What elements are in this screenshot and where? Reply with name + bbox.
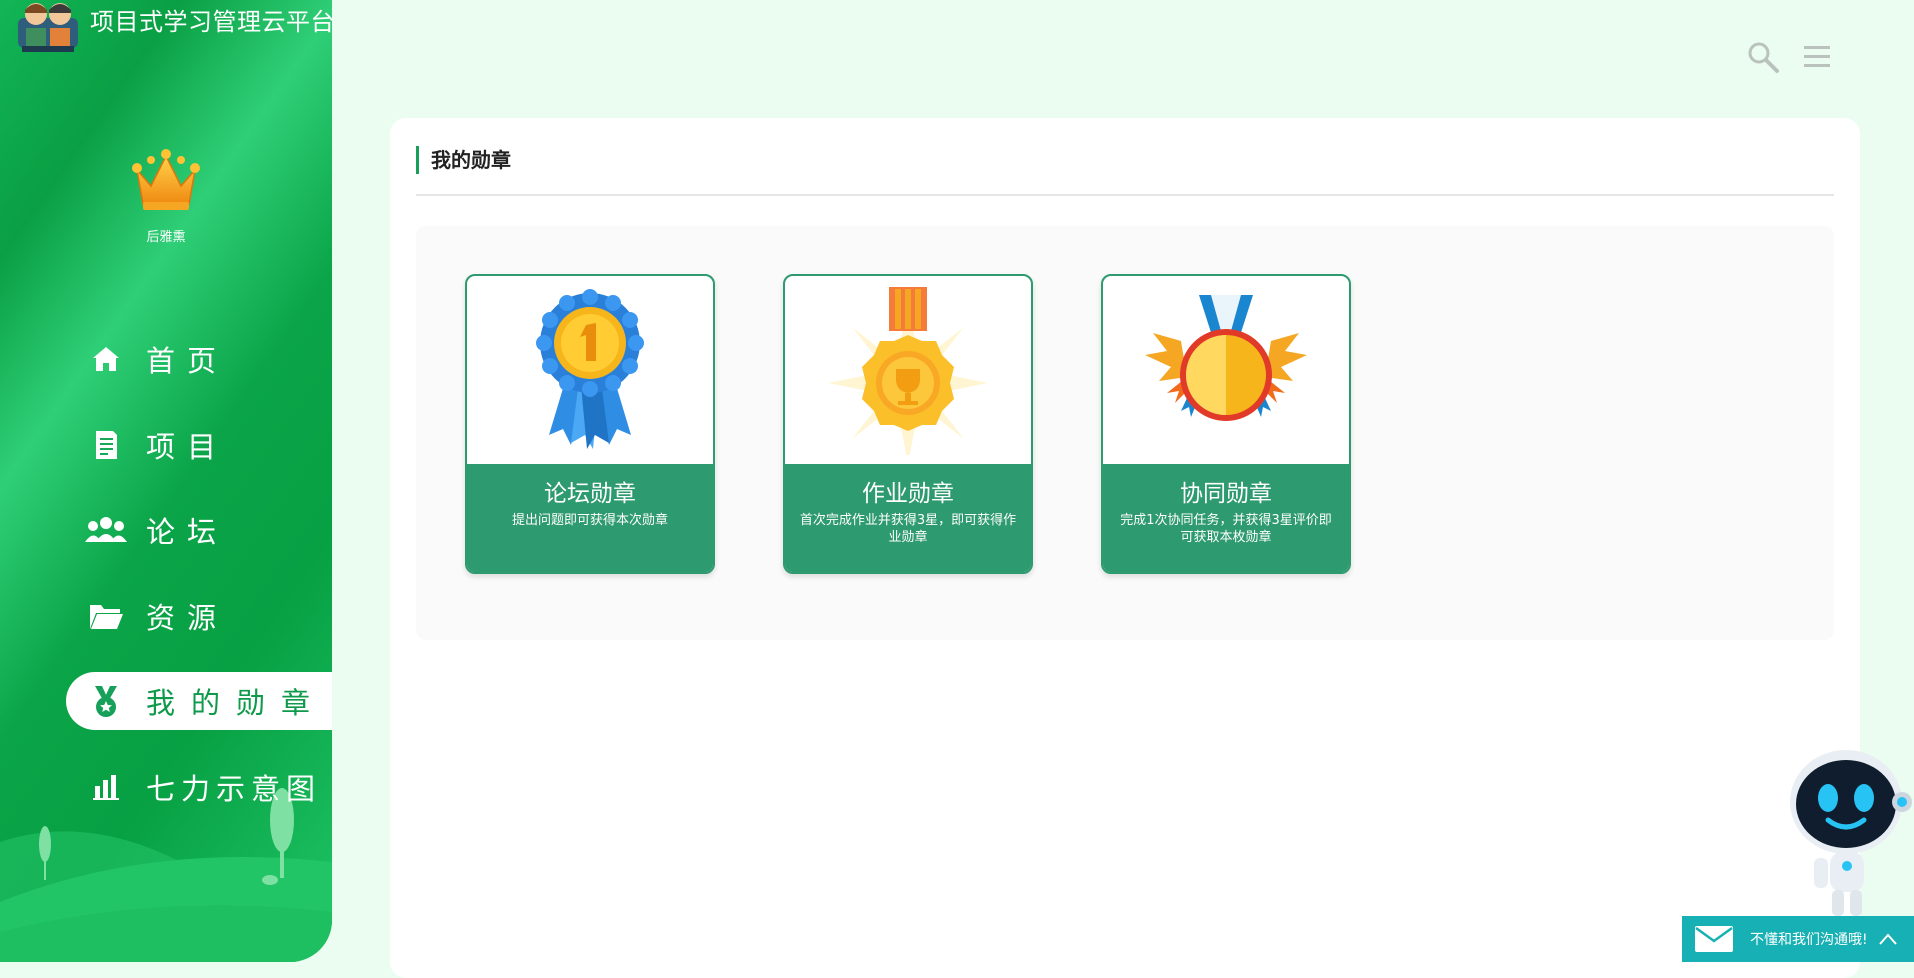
sidebar-item-label: 我的勋章 — [146, 680, 326, 722]
badge-info: 协同勋章 完成1次协同任务，并获得3星评价即可获取本枚勋章 — [1103, 464, 1349, 572]
app-title: 项目式学习管理云平台 — [90, 2, 332, 37]
page-title: 我的勋章 — [416, 146, 511, 174]
badge-image — [467, 276, 713, 464]
badge-info: 作业勋章 首次完成作业并获得3星，即可获得作业勋章 — [785, 464, 1031, 572]
badge-image — [785, 276, 1031, 464]
contact-bar[interactable]: 不懂和我们沟通哦! — [1682, 916, 1914, 962]
badge-name: 协同勋章 — [1180, 480, 1272, 508]
badge-name: 作业勋章 — [862, 480, 954, 508]
winged-medal-icon — [1141, 285, 1311, 455]
crown-icon — [131, 140, 201, 220]
users-icon — [84, 512, 128, 548]
document-icon — [88, 427, 124, 463]
sidebar-nav: 首页 项目 论坛 资源 我的勋章 — [0, 330, 332, 843]
sidebar-item-seven-forces-chart[interactable]: 七力示意图 — [0, 758, 332, 816]
badge-image — [1103, 276, 1349, 464]
medal-icon — [88, 683, 124, 719]
sidebar-item-projects[interactable]: 项目 — [0, 416, 332, 474]
badge-info: 论坛勋章 提出问题即可获得本次勋章 — [467, 464, 713, 572]
mail-icon — [1694, 925, 1734, 953]
bar-chart-icon — [88, 769, 124, 805]
folder-icon — [88, 598, 124, 634]
main-content: 我的勋章 — [390, 118, 1860, 978]
robot-assistant-icon[interactable] — [1774, 740, 1914, 920]
user-profile[interactable]: 后雅熏 — [0, 140, 332, 245]
badge-desc: 提出问题即可获得本次勋章 — [512, 512, 668, 529]
gold-trophy-medal-icon — [823, 285, 993, 455]
sidebar-item-label: 资源 — [146, 595, 228, 637]
chevron-up-icon[interactable] — [1878, 932, 1898, 946]
sidebar-item-label: 首页 — [146, 338, 228, 380]
sidebar-item-my-medals[interactable]: 我的勋章 — [66, 672, 332, 730]
rosette-medal-icon — [505, 285, 675, 455]
sidebar-item-resources[interactable]: 资源 — [0, 587, 332, 645]
badge-card-homework[interactable]: 作业勋章 首次完成作业并获得3星，即可获得作业勋章 — [783, 274, 1033, 574]
sidebar: 项目式学习管理云平台 后雅熏 首页 — [0, 0, 332, 962]
badge-panel: 论坛勋章 提出问题即可获得本次勋章 — [416, 226, 1834, 640]
sidebar-item-forum[interactable]: 论坛 — [0, 501, 332, 559]
sidebar-item-label: 论坛 — [146, 509, 228, 551]
contact-label: 不懂和我们沟通哦! — [1750, 929, 1868, 949]
badge-list: 论坛勋章 提出问题即可获得本次勋章 — [465, 274, 1351, 574]
badge-desc: 首次完成作业并获得3星，即可获得作业勋章 — [797, 512, 1019, 546]
brand[interactable]: 项目式学习管理云平台 — [14, 0, 332, 56]
header-actions — [1746, 40, 1834, 74]
badge-card-collaboration[interactable]: 协同勋章 完成1次协同任务，并获得3星评价即可获取本枚勋章 — [1101, 274, 1351, 574]
logo-icon — [14, 0, 82, 56]
sidebar-item-label: 七力示意图 — [146, 766, 321, 808]
search-icon[interactable] — [1746, 40, 1780, 74]
sidebar-item-home[interactable]: 首页 — [0, 330, 332, 388]
badge-desc: 完成1次协同任务，并获得3星评价即可获取本枚勋章 — [1115, 512, 1337, 546]
badge-card-forum[interactable]: 论坛勋章 提出问题即可获得本次勋章 — [465, 274, 715, 574]
sidebar-item-label: 项目 — [146, 424, 228, 466]
menu-icon[interactable] — [1800, 40, 1834, 74]
home-icon — [88, 341, 124, 377]
username: 后雅熏 — [146, 226, 185, 245]
divider — [416, 194, 1834, 196]
badge-name: 论坛勋章 — [544, 480, 636, 508]
